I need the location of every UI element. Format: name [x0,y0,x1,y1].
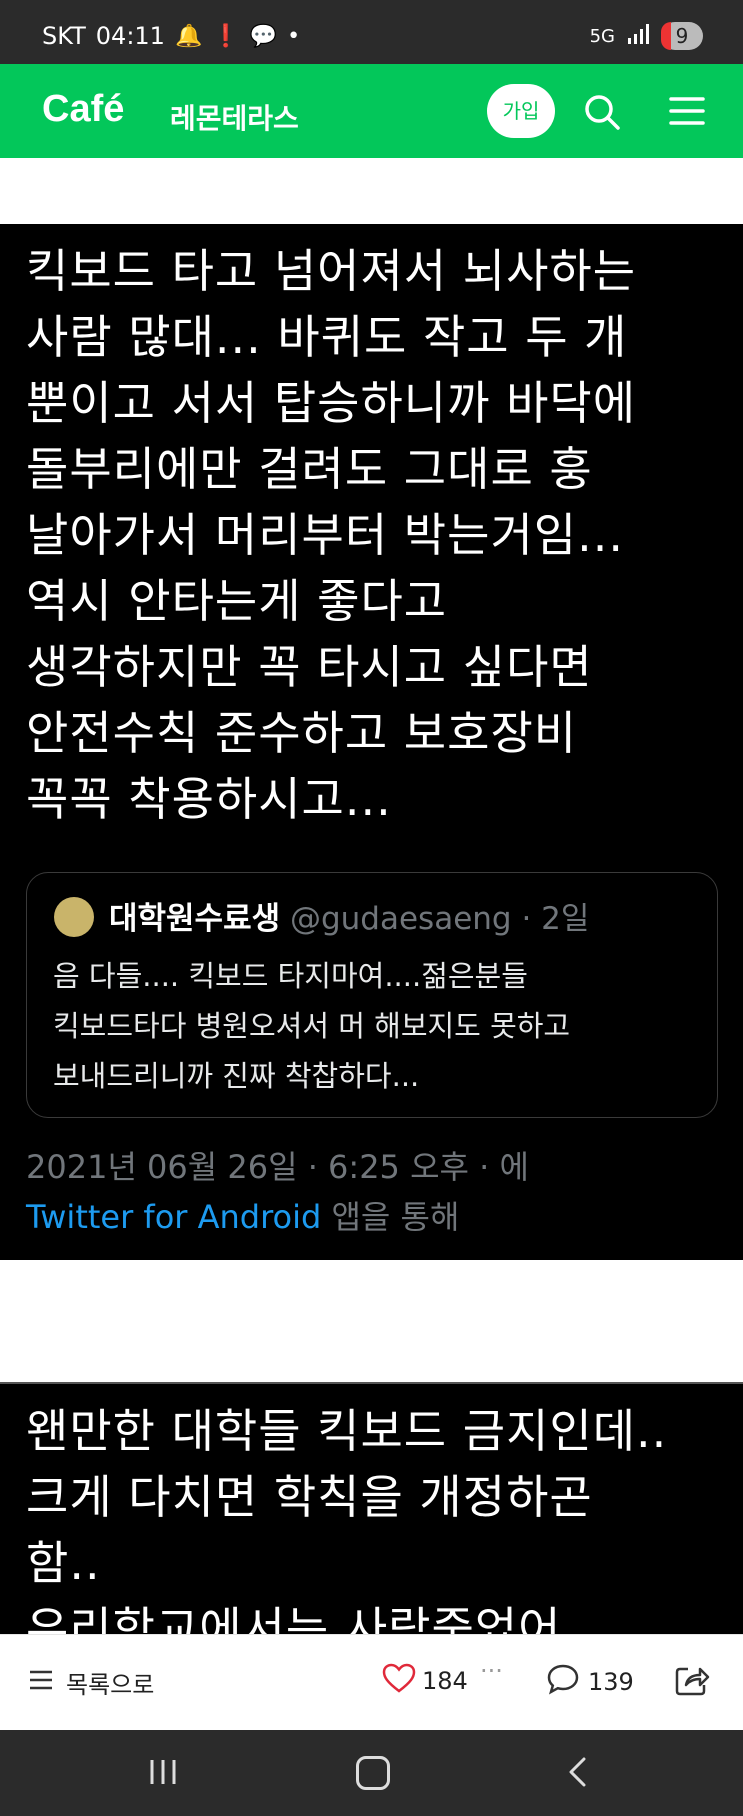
source-suffix: 앱을 통해 [321,1198,460,1236]
carrier-label: SKT [42,22,86,50]
dot-icon: • [287,23,301,49]
join-button[interactable]: 가입 [487,84,555,138]
list-label: 목록으로 [66,1671,155,1699]
share-icon[interactable] [674,1663,710,1701]
network-label: 5G [589,25,615,47]
talk-icon: 💬 [249,23,278,49]
comment-icon [546,1663,580,1701]
clock: 04:11 [95,22,165,50]
avatar [54,897,94,937]
recent-apps-icon[interactable] [148,1758,178,1790]
quote-author-name: 대학원수료생 [109,901,281,937]
tweet-source: Twitter for Android 앱을 통해 [26,1192,459,1238]
quote-author-handle: @gudaesaeng · 2일 [289,901,590,937]
battery-icon: 9 [661,22,703,50]
quote-tweet: 대학원수료생 @gudaesaeng · 2일 음 다들.... 킥보드 타지마… [26,872,718,1118]
bottom-action-bar: 목록으로 184 ··· 139 [0,1634,743,1731]
back-to-list-button[interactable]: 목록으로 [28,1665,154,1700]
cafe-logo[interactable]: Café [42,88,124,131]
more-button[interactable]: ··· [480,1657,503,1685]
quote-body: 음 다들.... 킥보드 타지마여....젊은분들 킥보드타다 병원오셔서 머 … [53,959,571,1093]
heart-icon [382,1663,416,1699]
cafe-header: Café 레몬테라스 가입 [0,64,743,158]
status-left: SKT 04:11 🔔 ❗ 💬 • [42,22,300,50]
tweet-body: 킥보드 타고 넘어져서 뇌사하는 사람 많대... 바퀴도 작고 두 개 뿐이고… [26,244,637,826]
search-icon[interactable] [582,92,622,132]
status-right: 5G 9 [590,22,703,50]
tweet-image-1: 킥보드 타고 넘어져서 뇌사하는 사람 많대... 바퀴도 작고 두 개 뿐이고… [0,224,743,1260]
menu-icon[interactable] [668,94,706,128]
home-icon[interactable] [356,1756,390,1790]
system-nav-bar [0,1730,743,1816]
tweet-timestamp: 2021년 06월 26일 · 6:25 오후 · 에 [26,1148,529,1186]
battery-level: 9 [675,24,689,48]
like-button[interactable]: 184 [382,1663,468,1699]
status-bar: SKT 04:11 🔔 ❗ 💬 • 5G 9 [0,0,743,64]
source-link: Twitter for Android [26,1198,322,1236]
bell-icon: 🔔 [174,23,203,49]
cafe-title[interactable]: 레몬테라스 [170,97,299,137]
alert-icon: ❗ [212,23,240,49]
back-icon[interactable] [566,1756,588,1792]
comment-button[interactable]: 139 [546,1663,634,1701]
tweet-image-2: 왠만한 대학들 킥보드 금지인데.. 크게 다치면 학칙을 개정하곤 함.. 우… [0,1382,743,1636]
comment-count: 139 [588,1668,634,1696]
signal-icon [627,23,649,49]
quote-header: 대학원수료생 @gudaesaeng · 2일 [109,893,589,938]
list-icon [28,1669,54,1697]
like-count: 184 [422,1667,468,1695]
tweet-body-2: 왠만한 대학들 킥보드 금지인데.. 크게 다치면 학칙을 개정하곤 함.. 우… [26,1404,668,1636]
